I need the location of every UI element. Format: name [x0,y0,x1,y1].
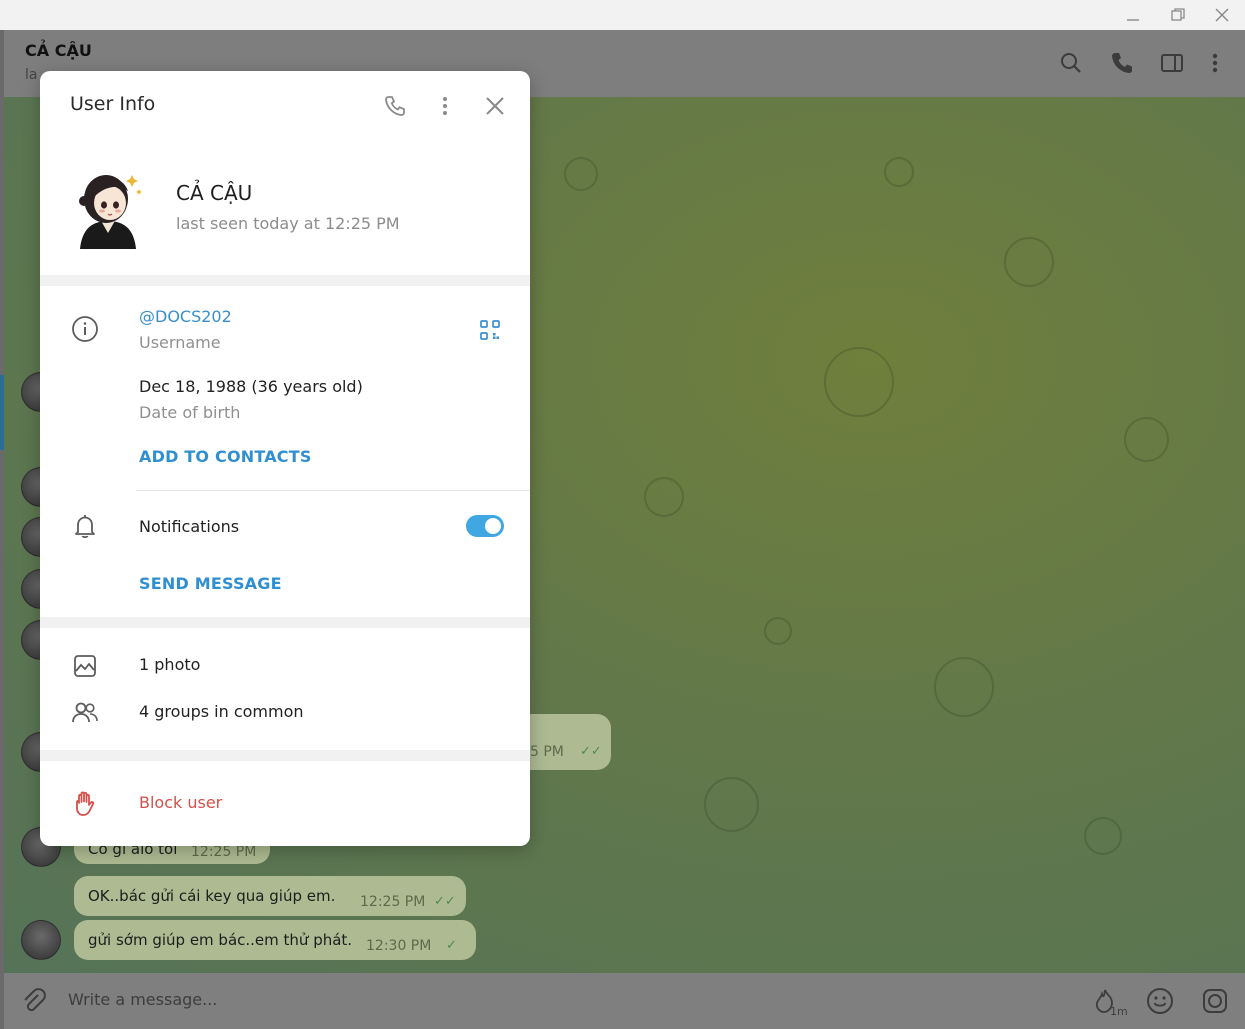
emoji-icon[interactable] [1145,986,1175,1016]
common-groups-link[interactable]: 4 groups in common [139,702,304,721]
photos-link[interactable]: 1 photo [139,655,200,674]
send-message-button[interactable]: SEND MESSAGE [139,574,282,593]
message-text: gửi sớm giúp em bác..em thử phát. [88,931,353,949]
message-time: 12:25 PM [191,844,257,860]
read-check-icon: ✓✓ [434,894,456,909]
bell-icon [70,511,100,541]
attach-icon[interactable] [18,986,48,1016]
username-label: Username [139,333,221,352]
chat-title[interactable]: CẢ CẬU [25,41,92,60]
toggle-knob [485,518,501,534]
minimize-icon[interactable] [1111,0,1155,30]
message-bubble[interactable]: OK..bác gửi cái key qua giúp em. 12:25 P… [74,876,466,916]
section-divider [40,750,530,761]
message-text: OK..bác gửi cái key qua giúp em. [88,887,336,905]
profile-avatar[interactable] [70,161,146,251]
phone-icon[interactable] [1109,50,1135,76]
add-to-contacts-button[interactable]: ADD TO CONTACTS [139,447,312,466]
birthday-value: Dec 18, 1988 (36 years old) [139,377,363,396]
notifications-label: Notifications [139,517,240,536]
message-time: 12:25 PM [360,894,426,910]
qr-code-icon[interactable] [478,318,502,342]
camera-icon[interactable] [1200,986,1230,1016]
profile-name: CẢ CẬU [176,181,253,205]
section-divider [40,617,530,628]
last-seen-status: last seen today at 12:25 PM [176,214,400,233]
close-icon[interactable] [483,94,507,118]
section-divider [40,275,530,286]
sent-check-icon: ✓ [446,938,457,953]
message-input[interactable]: Write a message... [68,990,217,1009]
photo-icon [70,651,100,681]
block-hand-icon [70,788,100,818]
row-divider [136,490,530,491]
timer-label: 1m [1110,1005,1128,1018]
read-check-icon: ✓✓ [580,744,602,759]
message-bubble[interactable]: gửi sớm giúp em bác..em thử phát. 12:30 … [74,920,476,960]
message-time: 5 PM [530,744,564,760]
search-icon[interactable] [1058,50,1084,76]
birthday-label: Date of birth [139,403,241,422]
block-user-button[interactable]: Block user [139,793,222,812]
phone-icon[interactable] [383,94,407,118]
notifications-toggle[interactable] [466,515,504,537]
message-composer: Write a message... 1m [4,973,1245,1029]
close-icon[interactable] [1200,0,1244,30]
sidebar-toggle-icon[interactable] [1159,50,1185,76]
more-vertical-icon[interactable] [1202,50,1228,76]
dialog-title: User Info [70,93,156,115]
user-info-dialog: User Info CẢ CẬU last seen today at 12:2… [40,71,530,846]
groups-icon [70,698,100,728]
window-titlebar [0,0,1245,30]
avatar[interactable] [21,920,61,960]
message-time: 12:30 PM [366,938,432,954]
chat-status: la [25,67,38,83]
info-icon [70,314,100,344]
restore-icon[interactable] [1156,0,1200,30]
more-vertical-icon[interactable] [433,94,457,118]
username-value[interactable]: @DOCS202 [139,307,232,326]
